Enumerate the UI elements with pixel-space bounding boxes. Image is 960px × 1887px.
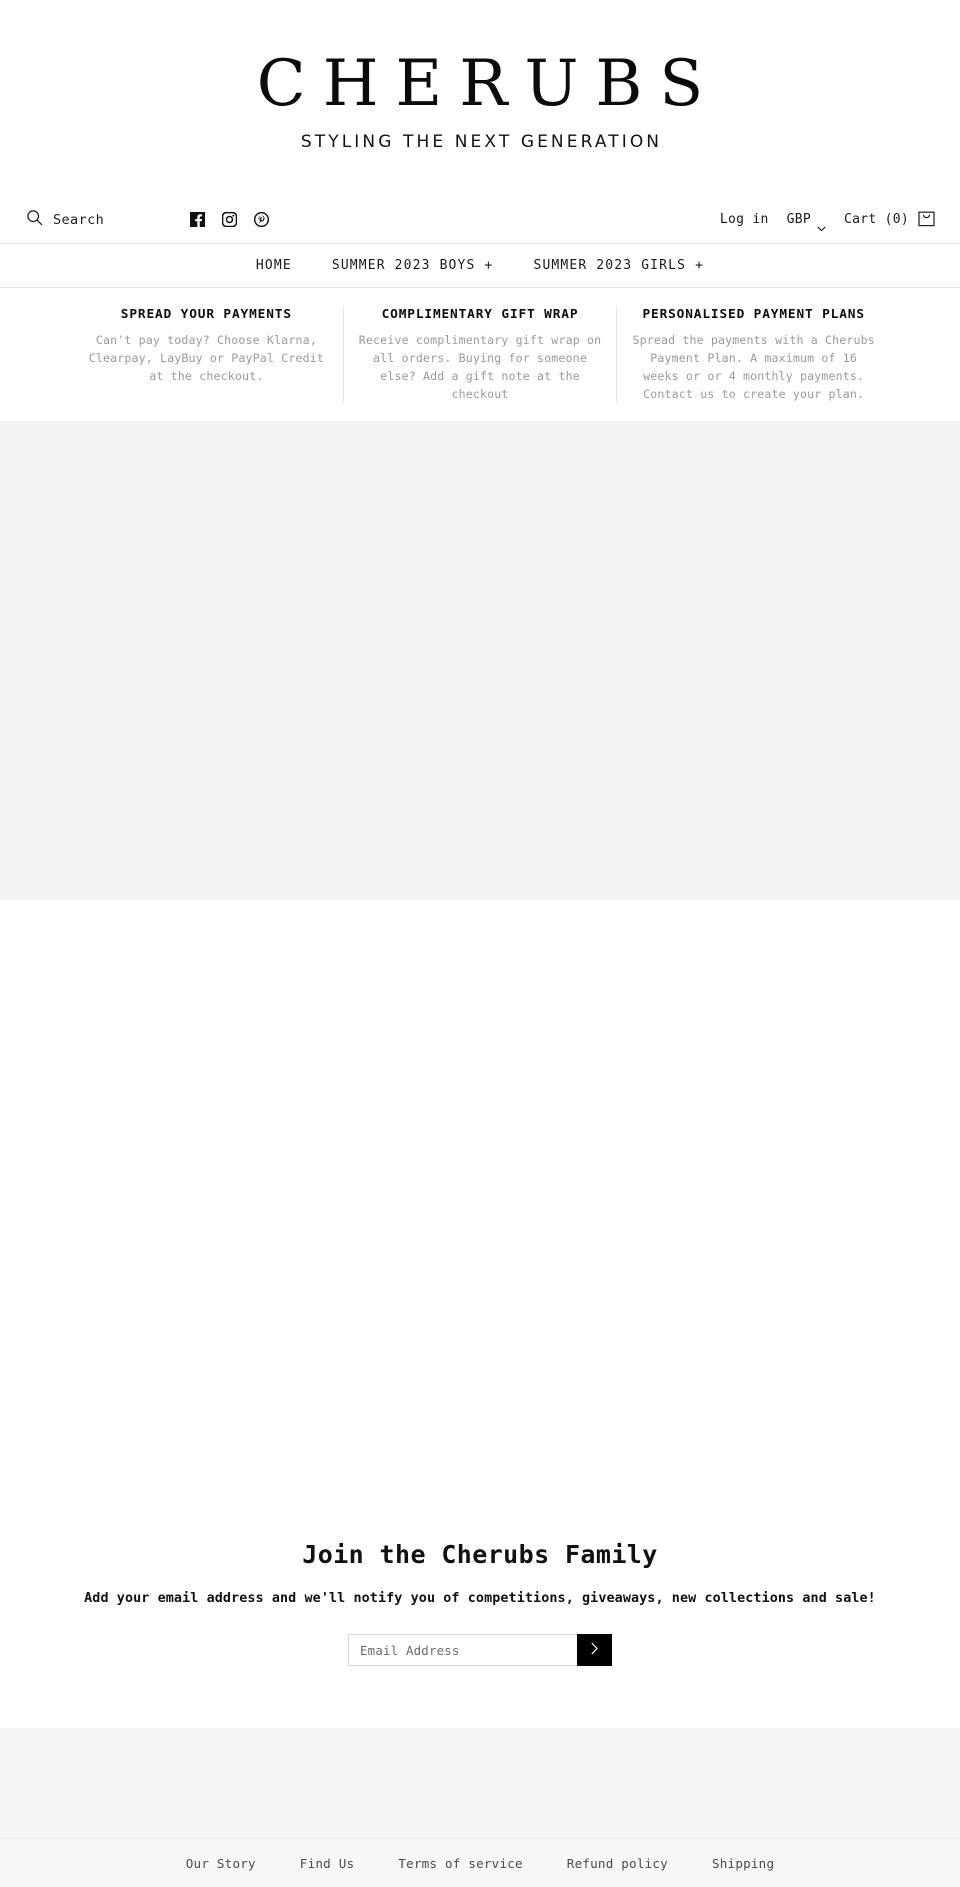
feature-body: Can't pay today? Choose Klarna, Clearpay… xyxy=(88,333,324,384)
newsletter-title: Join the Cherubs Family xyxy=(302,1540,658,1570)
footer-upper-panel xyxy=(0,1728,960,1840)
feature-body: Receive complimentary gift wrap on all o… xyxy=(358,333,602,402)
chevron-right-icon xyxy=(590,1642,599,1658)
footer-link-find-us[interactable]: Find Us xyxy=(300,1856,354,1871)
pinterest-icon[interactable] xyxy=(253,211,270,228)
social-links xyxy=(190,211,270,228)
feature-body: Spread the payments with a Cherubs Payme… xyxy=(632,333,875,402)
search-label: Search xyxy=(53,211,105,228)
search-trigger[interactable]: Search xyxy=(26,209,176,230)
hero-slideshow[interactable] xyxy=(0,421,960,901)
newsletter-submit-button[interactable] xyxy=(577,1634,612,1667)
feature-highlights: SPREAD YOUR PAYMENTS Can't pay today? Ch… xyxy=(70,288,890,421)
newsletter-subtitle: Add your email address and we'll notify … xyxy=(84,1591,876,1607)
cart-link[interactable]: Cart (0) xyxy=(844,209,935,231)
header-left-group: Search xyxy=(26,209,270,230)
nav-label: HOME xyxy=(255,258,292,273)
login-link[interactable]: Log in xyxy=(720,212,769,227)
footer-link-our-story[interactable]: Our Story xyxy=(186,1856,256,1871)
nav-label: SUMMER 2023 BOYS xyxy=(331,258,476,273)
footer-link-row: Our Story Find Us Terms of service Refun… xyxy=(0,1839,960,1887)
footer-spacer xyxy=(0,1676,960,1728)
feature-complimentary-gift-wrap: COMPLIMENTARY GIFT WRAP Receive complime… xyxy=(342,307,617,404)
nav-item-summer-2023-girls[interactable]: SUMMER 2023 GIRLS + xyxy=(533,258,704,273)
currency-selector[interactable]: GBP xyxy=(786,212,826,231)
instagram-icon[interactable] xyxy=(221,211,238,228)
shopping-bag-icon xyxy=(918,209,935,231)
facebook-icon[interactable] xyxy=(190,212,205,227)
site-logo-block: CHERUBS STYLING THE NEXT GENERATION xyxy=(0,0,960,152)
nav-item-home[interactable]: HOME xyxy=(256,258,292,273)
footer-link-shipping[interactable]: Shipping xyxy=(712,1856,774,1871)
currency-value: GBP xyxy=(786,212,811,227)
email-input[interactable] xyxy=(348,1634,577,1667)
feature-title: PERSONALISED PAYMENT PLANS xyxy=(642,307,865,322)
expand-plus-icon[interactable]: + xyxy=(695,258,704,273)
logo-tagline: STYLING THE NEXT GENERATION xyxy=(300,132,663,152)
feature-title: COMPLIMENTARY GIFT WRAP xyxy=(381,307,579,322)
newsletter-form xyxy=(348,1634,612,1667)
feature-title: SPREAD YOUR PAYMENTS xyxy=(120,307,292,322)
feature-spread-your-payments: SPREAD YOUR PAYMENTS Can't pay today? Ch… xyxy=(70,307,343,403)
main-navigation: HOME SUMMER 2023 BOYS + SUMMER 2023 GIRL… xyxy=(0,244,960,288)
footer-link-terms-of-service[interactable]: Terms of service xyxy=(398,1856,523,1871)
nav-item-summer-2023-boys[interactable]: SUMMER 2023 BOYS + xyxy=(332,258,494,273)
expand-plus-icon[interactable]: + xyxy=(484,258,493,273)
feature-personalised-payment-plans: PERSONALISED PAYMENT PLANS Spread the pa… xyxy=(616,307,890,404)
cart-label: Cart (0) xyxy=(843,212,909,227)
header-right-group: Log in GBP Cart (0) xyxy=(720,209,935,231)
nav-label: SUMMER 2023 GIRLS xyxy=(533,258,687,273)
footer-link-refund-policy[interactable]: Refund policy xyxy=(567,1856,668,1871)
utility-header: Search Log in GBP Cart (0) xyxy=(0,196,960,244)
newsletter-signup: Join the Cherubs Family Add your email a… xyxy=(0,1540,960,1676)
logo-wordmark[interactable]: CHERUBS xyxy=(0,52,960,116)
featured-collection-area xyxy=(0,900,960,1541)
search-icon xyxy=(26,209,43,230)
chevron-down-icon xyxy=(817,217,826,231)
